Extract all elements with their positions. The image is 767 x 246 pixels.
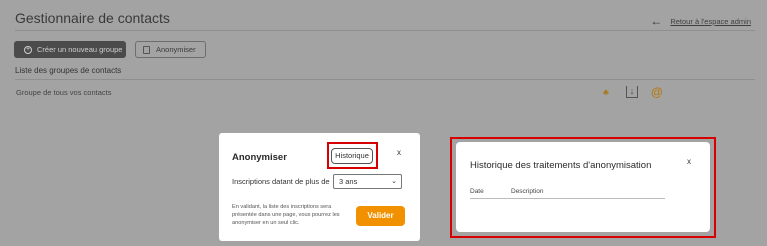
close-icon[interactable]: x (687, 157, 691, 166)
close-icon[interactable]: x (397, 148, 401, 157)
create-group-label: Créer un nouveau groupe (37, 45, 123, 54)
age-select-value: 3 ans (339, 177, 358, 186)
column-header-description: Description (511, 188, 544, 195)
plus-circle-icon: + (24, 45, 32, 54)
column-header-date: Date (470, 188, 484, 195)
validate-button[interactable]: Valider (356, 206, 405, 226)
history-button[interactable]: Historique (331, 148, 373, 164)
chevron-down-icon: ⌄ (391, 178, 397, 185)
create-group-button[interactable]: + Créer un nouveau groupe (14, 41, 126, 58)
groups-section-title: Liste des groupes de contacts (15, 66, 122, 75)
row-actions: ♣ ↓ @ (603, 86, 663, 98)
history-modal-title: Historique des traitements d'anonymisati… (470, 160, 652, 171)
download-icon[interactable]: ↓ (626, 86, 638, 98)
filter-label: Inscriptions datant de plus de (232, 177, 330, 186)
at-sign-icon[interactable]: @ (651, 86, 663, 98)
help-text: En validant, la liste des inscriptions s… (232, 204, 340, 226)
users-icon[interactable]: ♣ (603, 87, 613, 97)
anonymize-modal-title: Anonymiser (232, 152, 287, 163)
table-header-divider (470, 198, 665, 199)
anonymize-button[interactable]: Anonymiser (135, 41, 206, 58)
groups-divider (15, 79, 755, 80)
history-modal: Historique des traitements d'anonymisati… (456, 142, 710, 232)
age-select[interactable]: 3 ans ⌄ (333, 174, 402, 189)
back-to-admin-link[interactable]: ← Retour à l'espace admin (650, 14, 751, 28)
list-item[interactable]: Groupe de tous vos contacts (16, 88, 111, 97)
arrow-left-icon: ← (650, 14, 663, 28)
page-title: Gestionnaire de contacts (15, 10, 170, 26)
title-divider (15, 30, 755, 31)
anonymize-modal: Anonymiser Historique x Inscriptions dat… (219, 133, 420, 241)
back-link-label: Retour à l'espace admin (670, 16, 751, 26)
anonymize-label: Anonymiser (156, 45, 196, 54)
lock-icon (143, 45, 150, 54)
